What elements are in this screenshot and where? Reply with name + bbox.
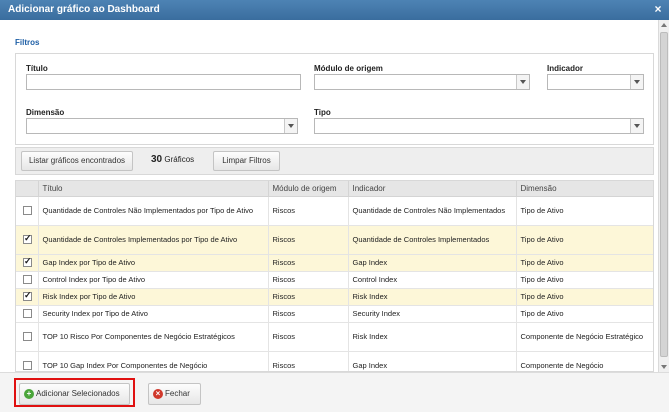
cell-modulo: Riscos bbox=[268, 305, 349, 323]
tipo-label: Tipo bbox=[314, 108, 331, 117]
chevron-down-icon[interactable] bbox=[284, 119, 297, 133]
cell-titulo: Risk Index por Tipo de Ativo bbox=[38, 288, 269, 306]
table-header-row: Título Módulo de origem Indicador Dimens… bbox=[16, 181, 653, 197]
close-circle-icon: × bbox=[153, 389, 163, 399]
results-count-number: 30 bbox=[151, 154, 163, 165]
row-select-cell bbox=[16, 225, 39, 255]
modulo-select[interactable] bbox=[314, 74, 530, 90]
indicador-select[interactable] bbox=[547, 74, 644, 90]
dialog-titlebar: Adicionar gráfico ao Dashboard × bbox=[0, 0, 669, 20]
chevron-down-icon[interactable] bbox=[630, 75, 643, 89]
row-checkbox[interactable] bbox=[23, 256, 32, 268]
chevron-down-icon[interactable] bbox=[516, 75, 529, 89]
cell-dimensao: Tipo de Ativo bbox=[516, 196, 653, 226]
dialog-scrollbar[interactable] bbox=[658, 20, 669, 372]
table-row[interactable]: Risk Index por Tipo de AtivoRiscosRisk I… bbox=[16, 288, 653, 306]
scroll-thumb[interactable] bbox=[660, 32, 668, 357]
charts-table: Título Módulo de origem Indicador Dimens… bbox=[15, 180, 654, 372]
cell-dimensao: Tipo de Ativo bbox=[516, 271, 653, 289]
dialog-body: Filtros Título Módulo de origem Indicado… bbox=[0, 20, 669, 372]
table-row[interactable]: Control Index por Tipo de Ativo Riscos Con… bbox=[16, 271, 653, 289]
scroll-down-icon[interactable] bbox=[659, 362, 669, 372]
cell-indicador: Quantidade de Controles Não Implementado… bbox=[348, 196, 517, 226]
cell-titulo: TOP 10 Risco Por Componentes de Negócio … bbox=[38, 322, 269, 352]
cell-dimensao: Tipo de Ativo bbox=[516, 225, 653, 255]
cell-indicador: Risk Index bbox=[348, 288, 517, 306]
row-select-cell bbox=[16, 196, 39, 226]
cell-modulo: Riscos bbox=[268, 271, 349, 289]
results-toolbar: Listar gráficos encontrados 30 Gráficos … bbox=[15, 147, 654, 175]
titulo-input[interactable] bbox=[26, 74, 301, 90]
cell-modulo: Riscos bbox=[268, 225, 349, 255]
indicador-label: Indicador bbox=[547, 64, 584, 73]
cell-indicador: Quantidade de Controles Implementados bbox=[348, 225, 517, 255]
selection-highlight-box bbox=[14, 378, 135, 407]
row-select-cell bbox=[16, 288, 39, 306]
cell-modulo: Riscos bbox=[268, 196, 349, 226]
cell-indicador: Security Index bbox=[348, 305, 517, 323]
clear-filters-button[interactable]: Limpar Filtros bbox=[213, 151, 280, 171]
row-checkbox[interactable] bbox=[23, 206, 32, 216]
table-row[interactable]: Quantidade de Controles Implementados po… bbox=[16, 225, 653, 255]
row-select-cell bbox=[16, 305, 39, 323]
modulo-label: Módulo de origem bbox=[314, 64, 383, 73]
row-checkbox[interactable] bbox=[23, 309, 32, 319]
row-checkbox[interactable] bbox=[23, 332, 32, 342]
dialog-title: Adicionar gráfico ao Dashboard bbox=[8, 4, 160, 15]
cell-dimensao: Componente de Negócio bbox=[516, 351, 653, 371]
list-charts-button[interactable]: Listar gráficos encontrados bbox=[21, 151, 133, 171]
cell-indicador: Risk Index bbox=[348, 322, 517, 352]
results-count-label: Gráficos bbox=[164, 155, 195, 164]
row-checkbox[interactable] bbox=[23, 275, 32, 285]
row-checkbox[interactable] bbox=[23, 361, 32, 371]
cell-dimensao: Tipo de Ativo bbox=[516, 254, 653, 272]
dimensao-label: Dimensão bbox=[26, 108, 65, 117]
chevron-down-icon[interactable] bbox=[630, 119, 643, 133]
filters-panel: Título Módulo de origem Indicador Dimens… bbox=[15, 53, 654, 145]
cell-dimensao: Tipo de Ativo bbox=[516, 305, 653, 323]
header-dimensao[interactable]: Dimensão bbox=[516, 181, 653, 197]
cell-indicador: Gap Index bbox=[348, 254, 517, 272]
cell-titulo: Control Index por Tipo de Ativo bbox=[38, 271, 269, 289]
cell-titulo: Quantidade de Controles Não Implementado… bbox=[38, 196, 269, 226]
table-row[interactable]: Gap Index por Tipo de AtivoRiscosGap Ind… bbox=[16, 254, 653, 272]
scroll-up-icon[interactable] bbox=[659, 20, 669, 30]
cell-titulo: Gap Index por Tipo de Ativo bbox=[38, 254, 269, 272]
cell-modulo: Riscos bbox=[268, 322, 349, 352]
close-button[interactable]: × Fechar bbox=[148, 383, 201, 405]
cell-dimensao: Componente de Negócio Estratégico bbox=[516, 322, 653, 352]
cell-indicador: Control Index bbox=[348, 271, 517, 289]
table-row[interactable]: TOP 10 Risco Por Componentes de Negócio … bbox=[16, 322, 653, 352]
table-row[interactable]: Quantidade de Controles Não Implementado… bbox=[16, 196, 653, 226]
row-select-cell bbox=[16, 254, 39, 272]
filters-section-title: Filtros bbox=[15, 38, 40, 47]
row-select-cell bbox=[16, 271, 39, 289]
cell-modulo: Riscos bbox=[268, 254, 349, 272]
table-row[interactable]: Security Index por Tipo de Ativo Riscos Se… bbox=[16, 305, 653, 323]
table-row[interactable]: TOP 10 Gap Index Por Componentes de Negó… bbox=[16, 351, 653, 371]
cell-titulo: TOP 10 Gap Index Por Componentes de Negó… bbox=[38, 351, 269, 371]
row-select-cell bbox=[16, 322, 39, 352]
row-checkbox[interactable] bbox=[23, 233, 32, 245]
results-count: 30 Gráficos bbox=[151, 154, 194, 165]
close-button-label: Fechar bbox=[165, 389, 190, 398]
cell-indicador: Gap Index bbox=[348, 351, 517, 371]
header-modulo[interactable]: Módulo de origem bbox=[268, 181, 349, 197]
row-select-cell bbox=[16, 351, 39, 371]
row-checkbox[interactable] bbox=[23, 290, 32, 302]
cell-titulo: Quantidade de Controles Implementados po… bbox=[38, 225, 269, 255]
titulo-label: Título bbox=[26, 64, 48, 73]
cell-dimensao: Tipo de Ativo bbox=[516, 288, 653, 306]
cell-modulo: Riscos bbox=[268, 351, 349, 371]
cell-titulo: Security Index por Tipo de Ativo bbox=[38, 305, 269, 323]
tipo-select[interactable] bbox=[314, 118, 644, 134]
cell-modulo: Riscos bbox=[268, 288, 349, 306]
dimensao-select[interactable] bbox=[26, 118, 298, 134]
header-titulo[interactable]: Título bbox=[38, 181, 269, 197]
close-icon[interactable]: × bbox=[652, 3, 664, 15]
header-select bbox=[16, 181, 39, 197]
header-indicador[interactable]: Indicador bbox=[348, 181, 517, 197]
